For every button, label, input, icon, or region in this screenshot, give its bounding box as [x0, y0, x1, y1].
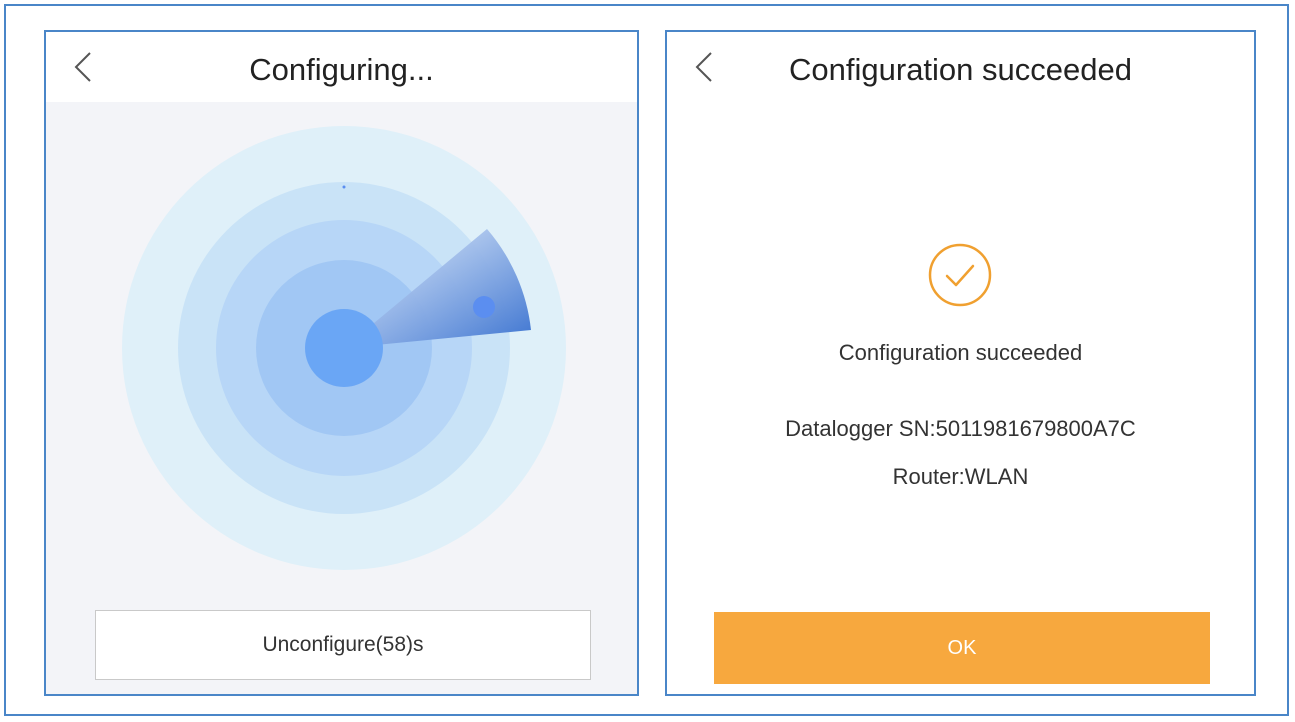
- datalogger-sn: Datalogger SN:5011981679800A7C: [785, 416, 1136, 441]
- page-title: Configuration succeeded: [789, 52, 1132, 87]
- chevron-left-icon[interactable]: [689, 49, 719, 85]
- chevron-left-icon[interactable]: [68, 49, 98, 85]
- configuring-header: Configuring...: [46, 32, 637, 102]
- unconfigure-button[interactable]: Unconfigure(58)s: [95, 610, 591, 680]
- radar-center: [305, 309, 383, 387]
- radar-target-dot: [473, 296, 495, 318]
- status-message: Configuration succeeded: [838, 340, 1083, 365]
- radar-animation: [122, 126, 566, 570]
- ok-button[interactable]: OK: [714, 612, 1210, 684]
- router-info: Router:WLAN: [892, 464, 1029, 489]
- radar-target-dot-small: [342, 185, 346, 189]
- success-header: Configuration succeeded: [667, 32, 1254, 102]
- page-title: Configuring...: [249, 52, 434, 87]
- success-screen: Configuration succeeded Configuration su…: [665, 30, 1256, 696]
- check-circle-icon: [928, 243, 992, 307]
- configuring-screen: Configuring... Unconfigure(58)s: [44, 30, 639, 696]
